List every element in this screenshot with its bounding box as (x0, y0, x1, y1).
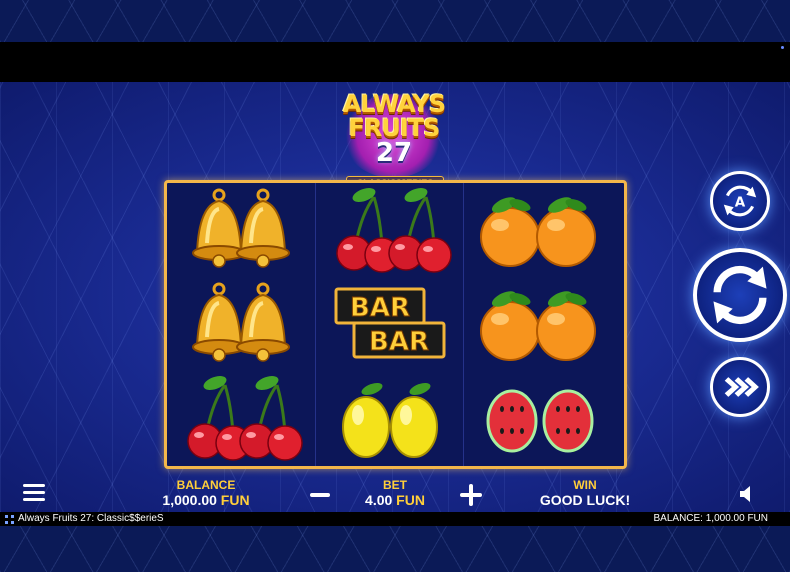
cherry-icon (336, 188, 452, 273)
balance-amount: 1,000.00 (162, 492, 217, 508)
fast-forward-icon (724, 377, 759, 397)
top-background-band (0, 0, 790, 42)
reel-1 (167, 183, 315, 466)
spin-icon (713, 265, 767, 325)
win-message: GOOD LUCK! (539, 492, 631, 508)
bet-label: BET (383, 478, 407, 492)
bet-increase-button[interactable] (460, 484, 482, 506)
symbol-cell (464, 277, 612, 371)
win-label: WIN (573, 478, 597, 492)
spin-button[interactable] (693, 248, 787, 342)
indicator-dot (781, 46, 784, 49)
bar-text-bottom: BAR (369, 327, 429, 357)
status-balance: BALANCE: 1,000.00 FUN (653, 513, 769, 524)
bell-icon (192, 282, 290, 362)
turbo-button[interactable] (710, 357, 770, 417)
balance-label: BALANCE (176, 478, 236, 492)
game-logo: ALWAYS FRUITS 27 CLASSIC$$ERIES (323, 86, 465, 191)
bet-value: 4.00 FUN (345, 492, 445, 508)
top-black-bar (0, 42, 790, 82)
reel-window: BAR BAR (164, 180, 627, 469)
autoplay-button[interactable]: A (710, 171, 770, 231)
orange-icon (480, 291, 596, 361)
balance-value: 1,000.00 FUN (150, 492, 262, 508)
bar-icon: BAR BAR (334, 287, 446, 359)
symbol-cell (167, 277, 315, 371)
autoplay-icon: A (723, 185, 757, 217)
symbol-cell (316, 371, 464, 465)
cherry-icon (187, 376, 303, 461)
symbol-cell: BAR BAR (316, 277, 464, 371)
bet-decrease-button[interactable] (310, 493, 330, 497)
lemon-icon (342, 382, 438, 458)
status-game-title: Always Fruits 27: Classic$$erieS (18, 513, 164, 524)
symbol-cell (316, 183, 464, 277)
svg-text:A: A (735, 194, 746, 210)
status-bar: Always Fruits 27: Classic$$erieS BALANCE… (0, 512, 790, 526)
reel-3 (463, 183, 612, 466)
symbol-cell (464, 183, 612, 277)
symbol-cell (167, 183, 315, 277)
hamburger-menu-icon[interactable] (23, 484, 45, 502)
bottom-background-band (0, 526, 790, 572)
bar-text-top: BAR (350, 293, 410, 323)
bet-currency: FUN (396, 492, 425, 508)
orange-icon (480, 197, 596, 267)
logo-number: 27 (375, 138, 413, 168)
speaker-icon[interactable] (738, 484, 756, 504)
balance-currency: FUN (220, 492, 250, 508)
fullscreen-icon[interactable] (5, 515, 14, 524)
symbol-cell (464, 371, 612, 465)
bell-icon (192, 188, 290, 268)
watermelon-icon (486, 389, 594, 453)
symbol-cell (167, 371, 315, 465)
bet-amount: 4.00 (365, 492, 393, 508)
reel-2: BAR BAR (315, 183, 464, 466)
